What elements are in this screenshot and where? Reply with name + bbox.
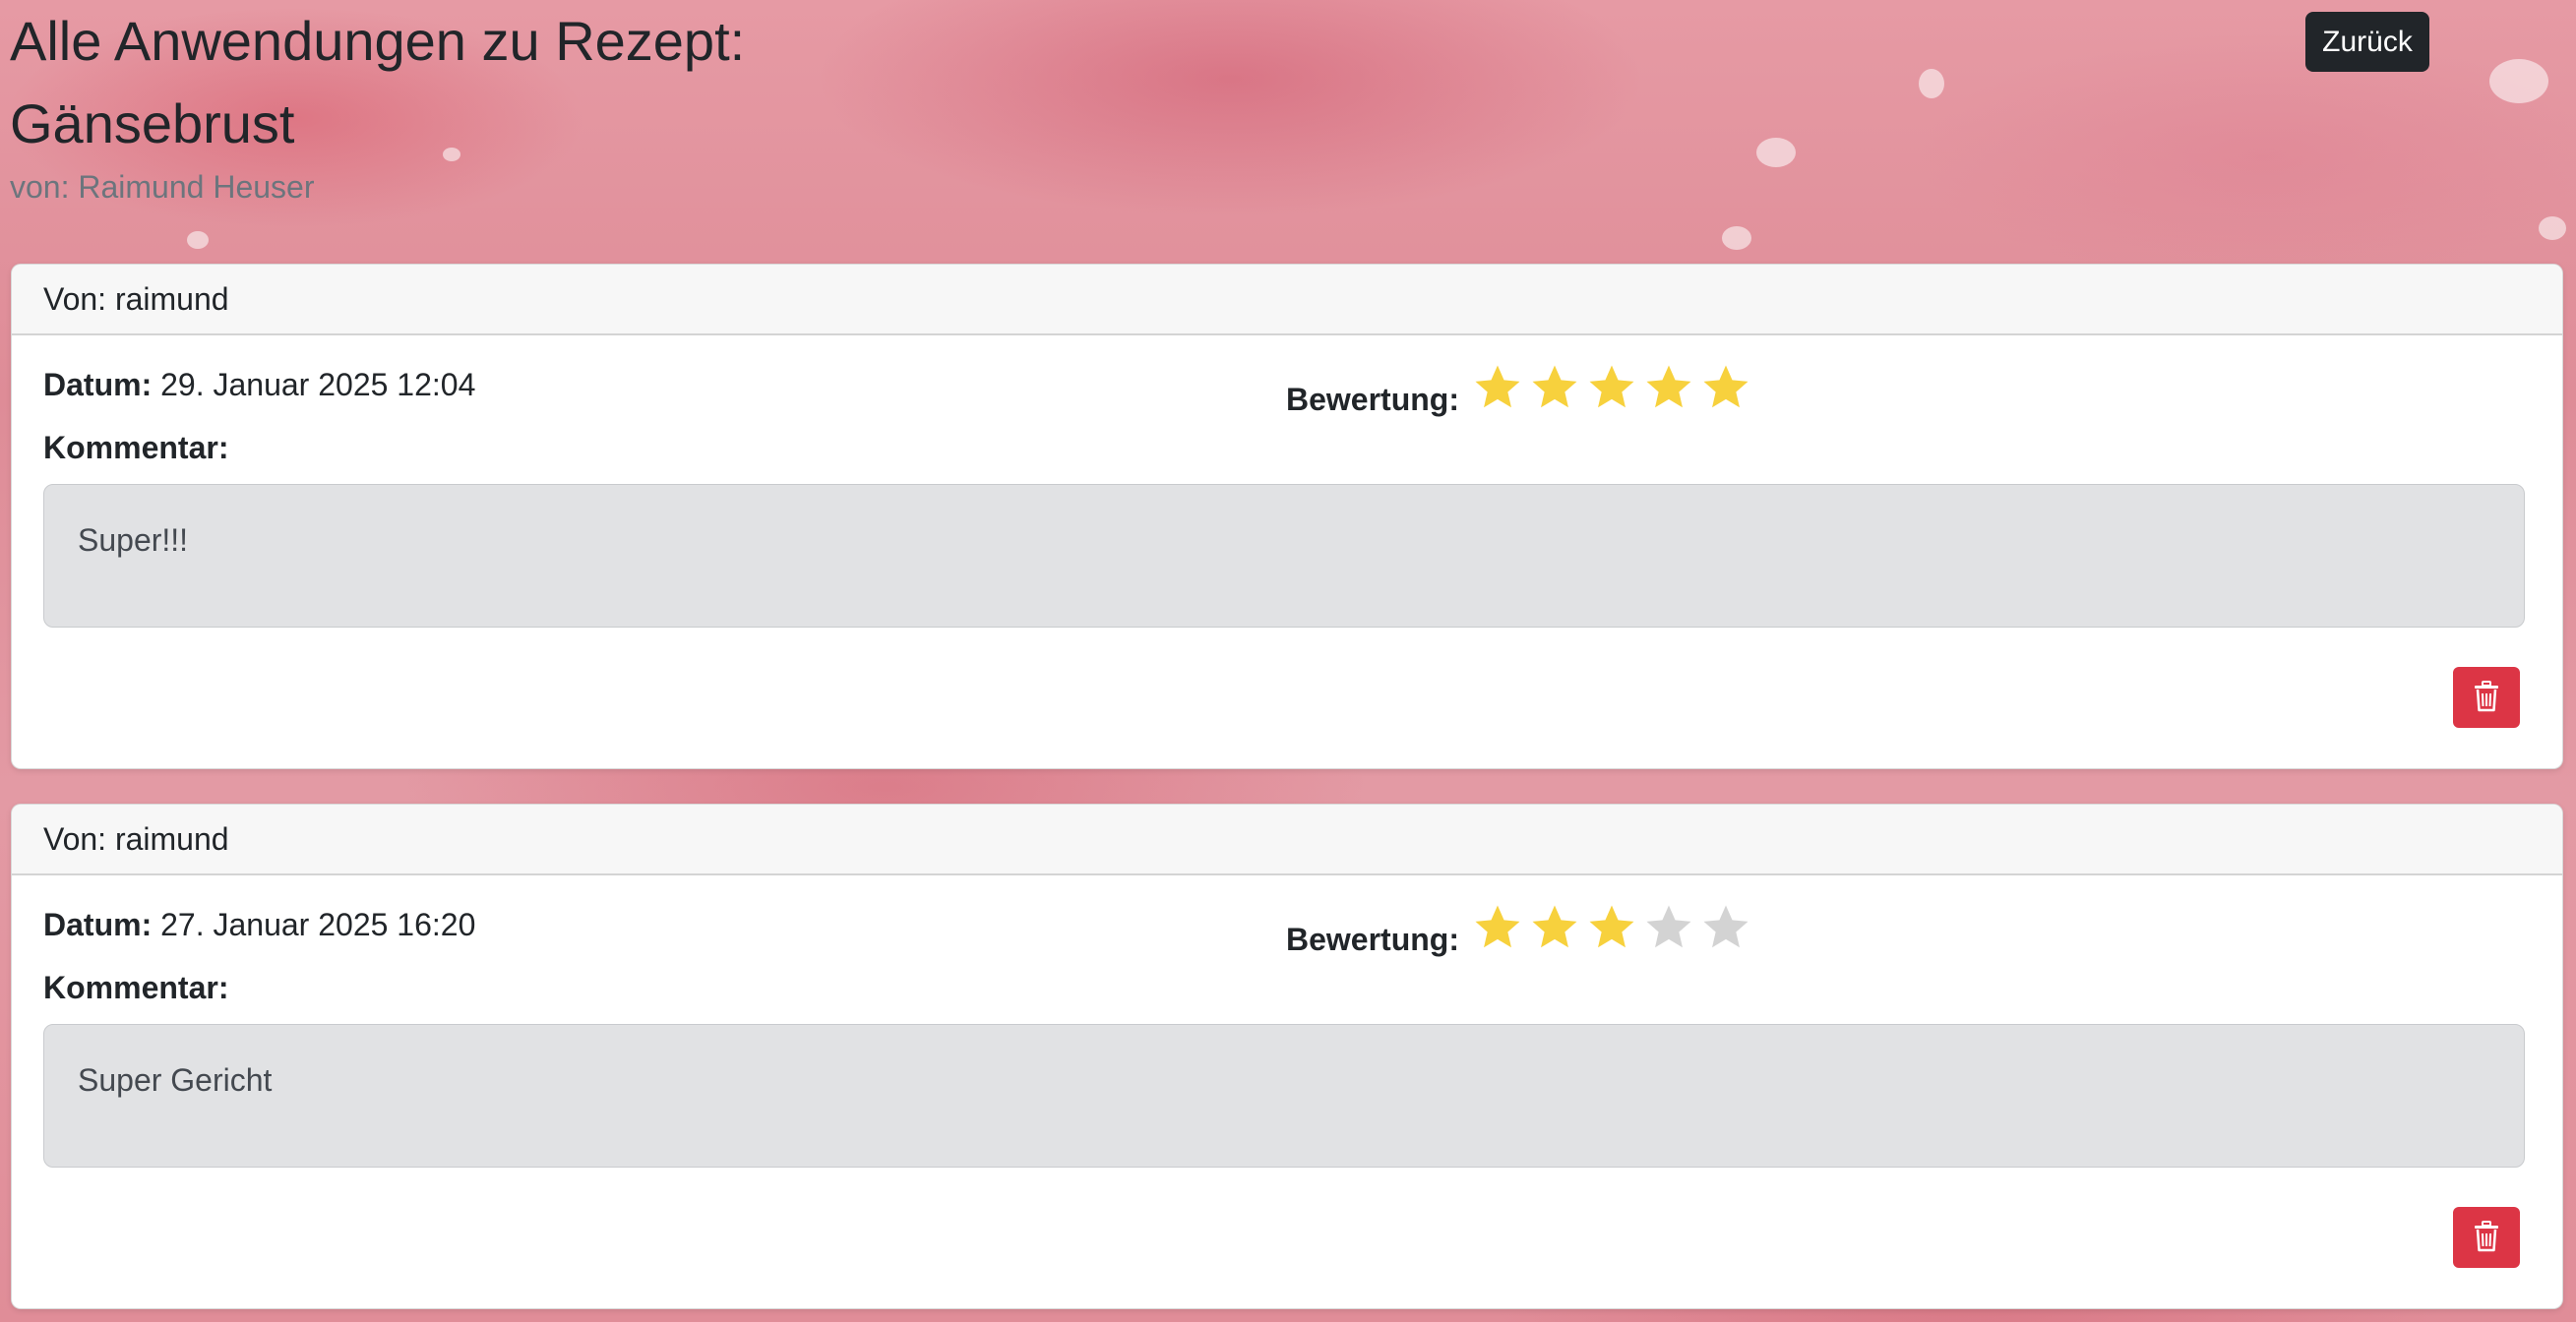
- rating-label: Bewertung:: [1286, 921, 1459, 957]
- review-card-body: Datum: 29. Januar 2025 12:04 Kommentar: …: [12, 335, 2562, 768]
- comment-text: Super!!!: [43, 484, 2525, 628]
- comment-text: Super Gericht: [43, 1024, 2525, 1168]
- review-card: Von: raimund Datum: 29. Januar 2025 12:0…: [11, 264, 2563, 769]
- review-date: Datum: 29. Januar 2025 12:04: [43, 367, 475, 403]
- delete-review-button[interactable]: [2453, 1207, 2520, 1268]
- star-filled-icon: [1471, 901, 1528, 958]
- background-speck: [1919, 69, 1944, 98]
- recipe-author: von: Raimund Heuser: [10, 169, 315, 205]
- date-label: Datum:: [43, 907, 153, 942]
- star-filled-icon: [1699, 361, 1756, 418]
- trash-icon: [2473, 1220, 2500, 1255]
- star-filled-icon: [1585, 901, 1642, 958]
- background-speck: [2539, 216, 2566, 240]
- comment-label: Kommentar:: [43, 430, 229, 465]
- page-title: Alle Anwendungen zu Rezept: Gänsebrust: [10, 0, 745, 165]
- star-empty-icon: [1699, 901, 1756, 958]
- review-date: Datum: 27. Januar 2025 16:20: [43, 907, 475, 943]
- background-speck: [2489, 59, 2548, 103]
- star-filled-icon: [1528, 361, 1585, 418]
- back-button[interactable]: Zurück: [2305, 12, 2429, 72]
- review-card-body: Datum: 27. Januar 2025 16:20 Kommentar: …: [12, 875, 2562, 1308]
- page-title-recipe-name: Gänsebrust: [10, 92, 295, 154]
- rating-label: Bewertung:: [1286, 381, 1459, 417]
- page-title-line1: Alle Anwendungen zu Rezept:: [10, 10, 746, 72]
- review-card: Von: raimund Datum: 27. Januar 2025 16:2…: [11, 804, 2563, 1309]
- star-filled-icon: [1471, 361, 1528, 418]
- date-value: 29. Januar 2025 12:04: [160, 367, 476, 402]
- background-speck: [1722, 226, 1751, 250]
- star-rating: [1471, 361, 1756, 422]
- star-filled-icon: [1585, 361, 1642, 418]
- delete-review-button[interactable]: [2453, 667, 2520, 728]
- star-filled-icon: [1528, 901, 1585, 958]
- star-filled-icon: [1642, 361, 1699, 418]
- background-speck: [1756, 138, 1796, 167]
- review-rating: Bewertung:: [1286, 901, 1756, 962]
- date-value: 27. Januar 2025 16:20: [160, 907, 476, 942]
- trash-icon: [2473, 680, 2500, 715]
- star-empty-icon: [1642, 901, 1699, 958]
- date-label: Datum:: [43, 367, 153, 402]
- star-rating: [1471, 901, 1756, 962]
- comment-label: Kommentar:: [43, 970, 229, 1005]
- review-rating: Bewertung:: [1286, 361, 1756, 422]
- review-card-header: Von: raimund: [12, 265, 2562, 335]
- review-card-header: Von: raimund: [12, 805, 2562, 875]
- background-speck: [187, 231, 209, 249]
